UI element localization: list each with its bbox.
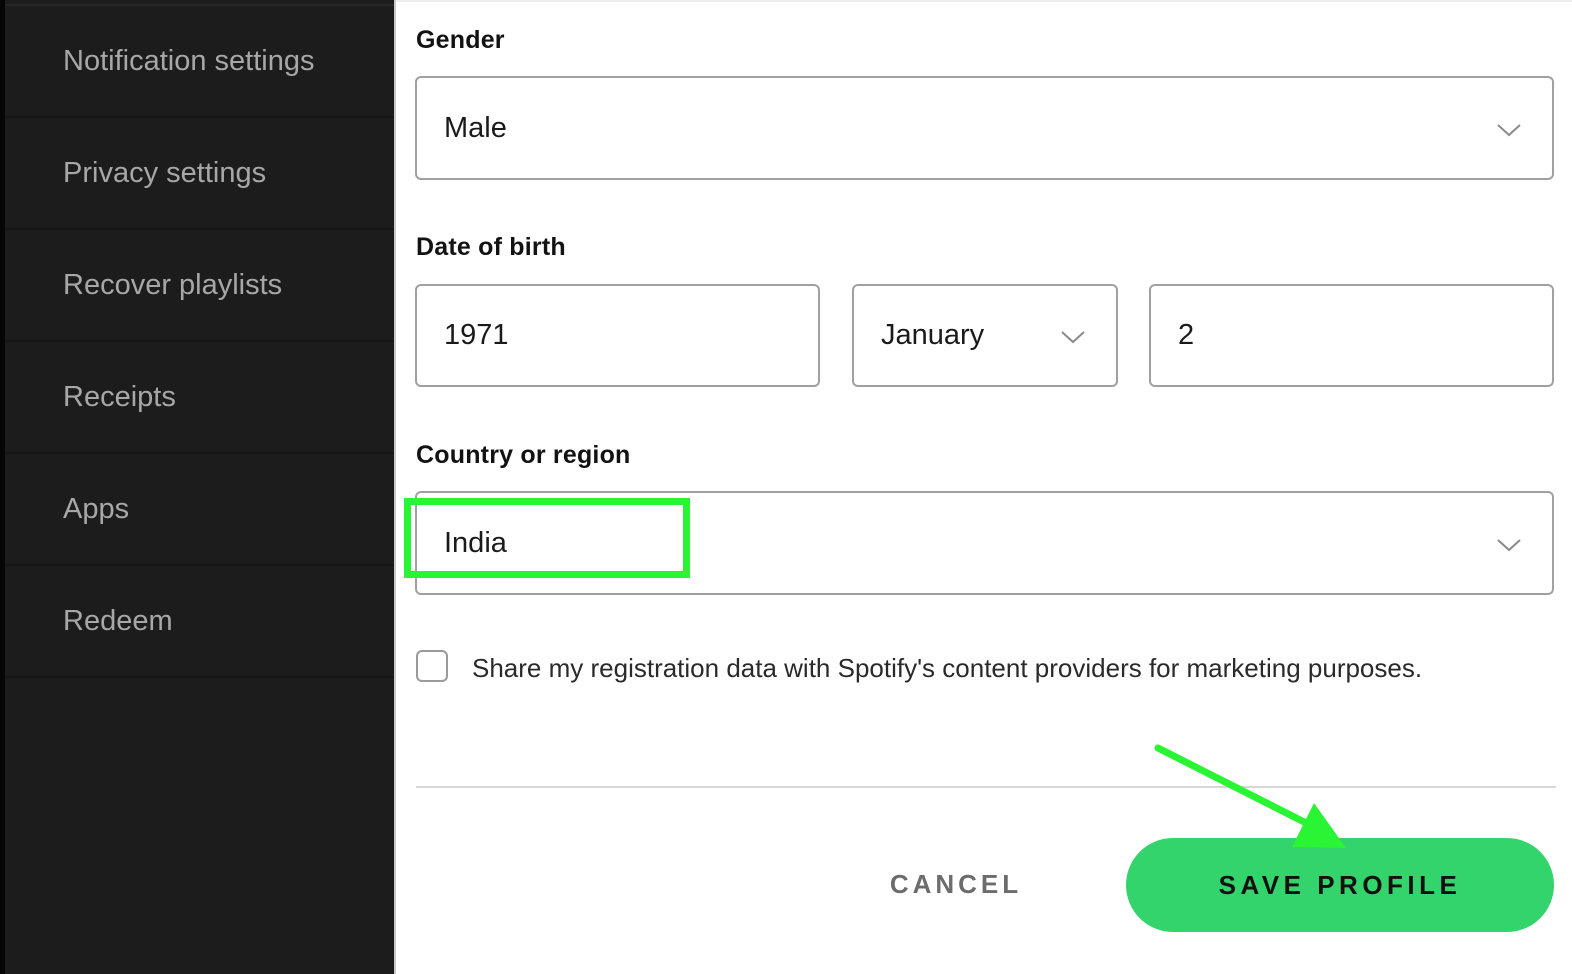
- share-data-checkbox[interactable]: [416, 650, 448, 682]
- arrow-annotation-icon: [1154, 744, 1346, 848]
- birth-day-input[interactable]: 2: [1149, 284, 1554, 387]
- sidebar-item-redeem[interactable]: Redeem: [5, 566, 394, 678]
- sidebar-item-receipts[interactable]: Receipts: [5, 342, 394, 454]
- chevron-down-icon: [1496, 537, 1522, 553]
- sidebar-item-label: Receipts: [63, 380, 176, 413]
- birth-year-value: 1971: [444, 319, 509, 351]
- date-of-birth-label: Date of birth: [416, 233, 566, 261]
- country-value: India: [444, 526, 507, 559]
- chevron-down-icon: [1496, 122, 1522, 138]
- birth-year-input[interactable]: 1971: [415, 284, 820, 387]
- sidebar-item-privacy-settings[interactable]: Privacy settings: [5, 118, 394, 230]
- save-profile-button[interactable]: SAVE PROFILE: [1126, 838, 1554, 932]
- country-label: Country or region: [416, 441, 631, 469]
- sidebar-item-recover-playlists[interactable]: Recover playlists: [5, 230, 394, 342]
- sidebar-item-label: Notification settings: [63, 44, 315, 77]
- top-divider: [396, 0, 1572, 2]
- actions-divider: [416, 786, 1556, 788]
- settings-sidebar: Notification settings Privacy settings R…: [0, 0, 396, 974]
- edit-profile-form: Gender Male Date of birth 1971 January 2…: [396, 0, 1572, 974]
- sidebar-item-label: Redeem: [63, 604, 173, 637]
- birth-month-value: January: [881, 319, 985, 351]
- sidebar-item-label: Recover playlists: [63, 268, 283, 301]
- gender-label: Gender: [416, 26, 505, 54]
- gender-select[interactable]: Male: [415, 76, 1554, 180]
- sidebar-item-apps[interactable]: Apps: [5, 454, 394, 566]
- sidebar-item-label: Privacy settings: [63, 156, 267, 189]
- birth-month-select[interactable]: January: [852, 284, 1118, 387]
- gender-value: Male: [444, 111, 507, 144]
- sidebar-item-label: Apps: [63, 492, 130, 525]
- cancel-button[interactable]: CANCEL: [866, 852, 1046, 916]
- country-select[interactable]: India: [415, 491, 1554, 595]
- sidebar-item-notification-settings[interactable]: Notification settings: [5, 6, 394, 118]
- birth-day-value: 2: [1178, 319, 1195, 351]
- chevron-down-icon: [1060, 329, 1086, 345]
- share-data-label: Share my registration data with Spotify'…: [472, 653, 1423, 683]
